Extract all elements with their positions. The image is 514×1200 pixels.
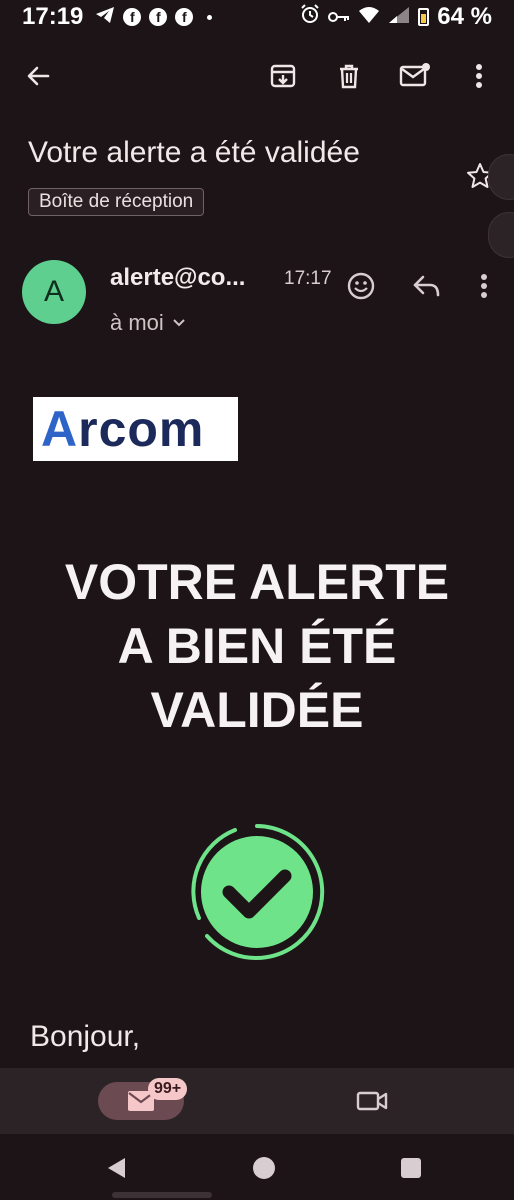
telegram-icon bbox=[95, 4, 115, 30]
chevron-down-icon bbox=[173, 319, 185, 327]
more-vert-icon bbox=[481, 274, 487, 298]
status-time: 17:19 bbox=[22, 3, 84, 30]
gesture-bar bbox=[112, 1192, 212, 1198]
battery-icon bbox=[418, 8, 430, 26]
triangle-back-icon bbox=[108, 1158, 125, 1178]
archive-icon bbox=[270, 64, 296, 88]
headline-line: A BIEN ÉTÉ bbox=[117, 618, 397, 674]
sender-address[interactable]: alerte@co... bbox=[110, 264, 245, 292]
system-home-button[interactable] bbox=[252, 1156, 276, 1180]
meet-tab[interactable] bbox=[354, 1086, 390, 1116]
circle-home-icon bbox=[253, 1157, 275, 1179]
alarm-icon bbox=[300, 4, 320, 30]
unread-badge: 99+ bbox=[148, 1078, 188, 1100]
sender-avatar[interactable]: A bbox=[22, 260, 86, 324]
recipient-toggle[interactable]: à moi bbox=[110, 310, 186, 336]
system-recents-button[interactable] bbox=[399, 1156, 423, 1180]
headline-line: VOTRE ALERTE bbox=[64, 554, 450, 610]
headline-line: VALIDÉE bbox=[150, 682, 364, 738]
more-options-button[interactable] bbox=[461, 58, 497, 94]
mark-unread-button[interactable] bbox=[397, 58, 433, 94]
system-navigation bbox=[0, 1134, 514, 1200]
status-left: 17:19 f f f bbox=[22, 3, 213, 31]
bottom-navigation: 99+ bbox=[0, 1068, 514, 1134]
status-right: 64 % bbox=[300, 3, 492, 31]
arcom-logo: Arcom bbox=[33, 397, 238, 461]
wifi-icon bbox=[358, 4, 380, 30]
more-notifications-dot bbox=[207, 14, 213, 20]
greeting-text: Bonjour, bbox=[30, 1020, 141, 1053]
square-recents-icon bbox=[401, 1158, 421, 1178]
facebook-icon: f bbox=[175, 8, 194, 26]
battery-percent: 64 % bbox=[437, 3, 492, 30]
signal-icon bbox=[388, 4, 410, 30]
status-bar: 17:19 f f f 64 % bbox=[0, 0, 514, 34]
arcom-logo-text: Arcom bbox=[41, 401, 205, 457]
system-back-button[interactable] bbox=[104, 1156, 128, 1180]
back-icon bbox=[27, 66, 50, 86]
inbox-label-chip[interactable]: Boîte de réception bbox=[28, 188, 205, 216]
archive-button[interactable] bbox=[265, 58, 301, 94]
email-toolbar bbox=[0, 48, 514, 104]
recipient-label: à moi bbox=[110, 310, 164, 335]
vpn-key-icon bbox=[328, 4, 350, 30]
delete-button[interactable] bbox=[331, 58, 367, 94]
side-panel-handle[interactable] bbox=[488, 212, 514, 258]
email-subject: Votre alerte a été validée bbox=[28, 136, 360, 169]
video-camera-icon bbox=[356, 1091, 388, 1111]
back-button[interactable] bbox=[20, 58, 56, 94]
reply-icon bbox=[413, 275, 440, 297]
delete-icon bbox=[340, 64, 358, 89]
reply-button[interactable] bbox=[411, 270, 443, 302]
add-reaction-button[interactable] bbox=[345, 270, 377, 302]
more-vert-icon bbox=[476, 64, 482, 88]
headline: VOTRE ALERTE A BIEN ÉTÉ VALIDÉE bbox=[0, 550, 514, 742]
message-more-button[interactable] bbox=[468, 270, 500, 302]
facebook-icon: f bbox=[149, 8, 168, 26]
check-circle-icon bbox=[187, 822, 327, 962]
facebook-icon: f bbox=[123, 8, 142, 26]
mark-unread-icon bbox=[399, 63, 430, 87]
emoji-icon bbox=[347, 272, 375, 300]
email-time: 17:17 bbox=[284, 268, 332, 289]
